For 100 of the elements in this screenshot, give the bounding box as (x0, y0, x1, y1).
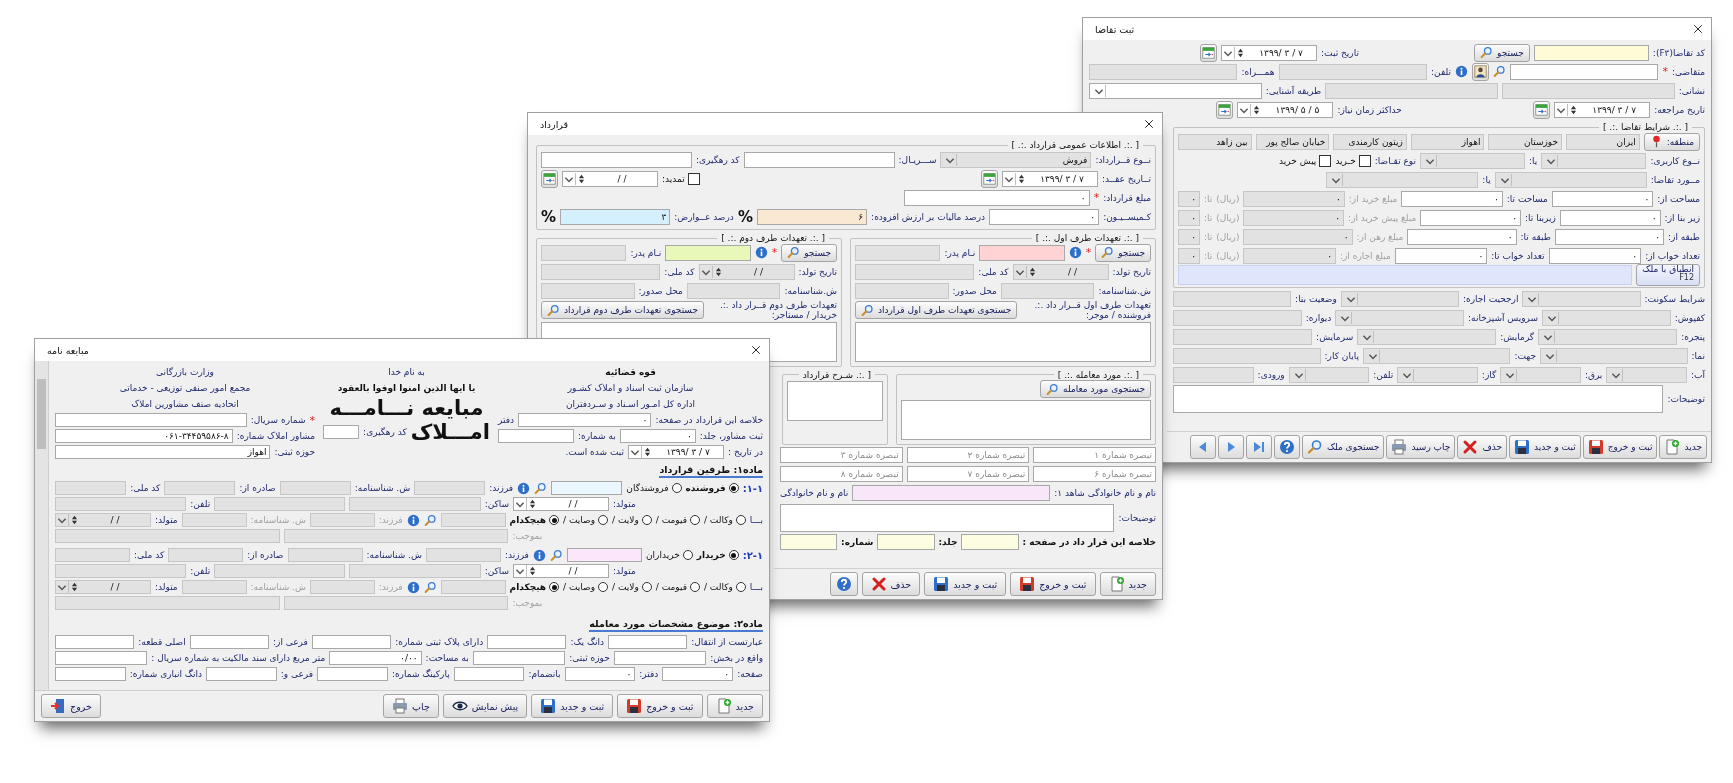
radio-button[interactable]: قیومت / (655, 582, 700, 592)
date-field[interactable]: / / (513, 564, 610, 578)
search-button[interactable]: جستجوی ملک (1301, 435, 1385, 459)
date-field[interactable]: / / (562, 170, 658, 187)
new-button[interactable]: جدید (1659, 435, 1707, 459)
date-field[interactable]: ۱۳۹۹/ ۳ / ۷ (1002, 170, 1098, 187)
text-field[interactable]: تبصره شماره ۱ (1033, 447, 1156, 464)
text-field[interactable]: ۰ (1551, 190, 1654, 207)
section-heading: ماده۲: موضوع مشخصات مورد معامله (589, 616, 763, 632)
field-label: تلفن: (190, 499, 211, 509)
field-label: به نام خدا (388, 367, 425, 377)
search-button[interactable]: جستجوی تعهدات طرف اول قرارداد (855, 301, 1018, 320)
delete-button[interactable]: حذف (861, 572, 921, 596)
date-field[interactable]: ۱۳۹۹/ ۳ / ۷ (1554, 101, 1651, 118)
checkbox[interactable]: تمدید: (662, 172, 700, 185)
checkbox[interactable]: خـرید (1335, 154, 1371, 167)
field-label: فرعی و: (280, 669, 314, 679)
document-title: مبایعه نـــامـــه (328, 396, 485, 420)
text-field[interactable]: تبصره شماره ۲ (906, 447, 1030, 464)
text-field[interactable]: ۰ (1407, 228, 1517, 245)
text-field[interactable]: اهواز (55, 445, 271, 459)
text-field[interactable]: تبصره شماره ۷ (906, 466, 1030, 483)
window-title: قرارداد (540, 118, 569, 130)
save-exit-button[interactable]: ثبت و خروج (617, 694, 703, 718)
search-button[interactable]: جستجو (781, 243, 837, 262)
text-field[interactable]: ۰ (1401, 190, 1503, 207)
date-field[interactable]: ۱۳۹۹/ ۵ / ۵ (1237, 101, 1334, 118)
field-label: (ریال) (1216, 212, 1240, 223)
radio-button[interactable]: وکالت / (703, 515, 746, 525)
text-field[interactable]: تبصره شماره ۶ (1033, 466, 1156, 483)
field-label: کفپوش: (1674, 312, 1705, 323)
text-field[interactable]: ۰ (564, 667, 636, 681)
save-exit-button[interactable]: ثبت و خروج (1010, 572, 1096, 596)
field-label: قوه قضائیه (605, 367, 656, 377)
field-label: صادره از: (247, 550, 284, 560)
print-button[interactable]: چاپ (383, 694, 439, 718)
group-title: [ .:. شرایط تقاضا .:. ] (1601, 122, 1689, 132)
date-field[interactable]: / / (513, 497, 610, 511)
text-field[interactable]: ۰ (1420, 209, 1521, 226)
text-field[interactable]: ۰ (904, 189, 1090, 206)
text-field[interactable]: ۰۶۱-۳۴۴۵۹۵۸۶-۸ (55, 429, 233, 443)
field-label: متولد: (155, 582, 178, 592)
text-field[interactable]: ۶ (756, 208, 868, 225)
date-field[interactable]: ۱۳۹۹/ ۳ / ۷ (628, 445, 724, 459)
field-label: سرمایش: (1316, 331, 1354, 342)
field-label: تاریخ تولد: (1112, 266, 1151, 277)
text-field[interactable]: تبصره شماره ۳ (780, 447, 903, 464)
radio-button[interactable]: خریداران (646, 550, 693, 560)
preview-button[interactable]: پیش نمایش (442, 694, 528, 718)
radio-button[interactable]: وکالت / (703, 582, 746, 592)
field-label: ارجحیت اجاره: (1462, 293, 1519, 304)
field-label: طبقه از: (1668, 231, 1700, 242)
search-button[interactable]: جستجو (1095, 243, 1151, 262)
field-label: ش.شناسنامه: (784, 285, 837, 296)
search-button[interactable]: جستجوی تعهدات طرف دوم قرارداد (541, 301, 704, 320)
text-field[interactable]: ۰/۰۰ (329, 651, 422, 665)
text-field[interactable]: ۰ (1554, 228, 1664, 245)
date-field[interactable]: ۱۳۹۹/ ۳ / ۷ (1221, 44, 1318, 61)
delete-button[interactable]: حذف (1457, 435, 1507, 459)
field-label: بـــا (749, 582, 763, 592)
radio-button[interactable]: وصایت / (563, 582, 609, 592)
print-button[interactable]: چاپ رسید (1386, 435, 1456, 459)
region-button[interactable]: منطقه: (1643, 132, 1700, 151)
text-field[interactable]: ۰ (662, 667, 734, 681)
field-label: به مساحت: (425, 653, 469, 663)
radio-button[interactable]: ولایت / (612, 515, 652, 525)
field-label: سرویس آشپزخانه: (1468, 312, 1539, 323)
radio-button[interactable]: فروشندگان (626, 483, 682, 493)
save-new-button[interactable]: ثبت و جدید (924, 572, 1007, 596)
radio-button[interactable]: قیومت / (655, 515, 700, 525)
field-label: نوع تقـاضا: (1374, 155, 1417, 166)
text-field[interactable]: ۰ (619, 429, 696, 443)
text-field[interactable]: ۳ (560, 208, 671, 225)
checkbox[interactable]: پیش خرید (1279, 154, 1332, 167)
new-button[interactable]: جدید (706, 694, 763, 718)
text-field[interactable]: ۰ (1559, 209, 1661, 226)
text-field[interactable]: ۰ (518, 413, 652, 427)
save-new-button[interactable]: ثبت و جدید (1509, 435, 1581, 459)
field-label: تاریخ ثبت: (1321, 47, 1359, 58)
search-button[interactable]: جستجو (1474, 43, 1530, 62)
new-button[interactable]: جدید (1099, 572, 1156, 596)
radio-button[interactable]: خریدار (696, 550, 739, 560)
save-exit-button[interactable]: ثبت و خروج (1582, 435, 1658, 459)
text-field[interactable]: تبصره شماره ۸ (780, 466, 903, 483)
text-field[interactable]: ۰ (989, 208, 1100, 225)
field-label: (ریال) (1216, 193, 1240, 204)
radio-button[interactable]: ولایت / (612, 582, 652, 592)
search-button[interactable]: جستجوی مورد معامله (1040, 380, 1151, 399)
radio-button[interactable]: هیچکدام (509, 515, 560, 525)
field-label: تعداد خواب از: (1645, 250, 1700, 261)
text-field[interactable]: ۰ (1548, 247, 1642, 264)
field-label: دانگ انباری شماره: (129, 669, 202, 679)
field-label: کد ملی: (664, 266, 695, 277)
radio-button[interactable]: هیچکدام (509, 582, 560, 592)
group-title: [ .:. شـرح قرارداد (801, 369, 873, 380)
exit-button[interactable]: خروج (41, 694, 101, 718)
radio-button[interactable]: وصایت / (563, 515, 609, 525)
text-field[interactable]: ۰ (1394, 247, 1488, 264)
radio-button[interactable]: فروشنده (685, 483, 739, 493)
save-new-button[interactable]: ثبت و جدید (531, 694, 614, 718)
